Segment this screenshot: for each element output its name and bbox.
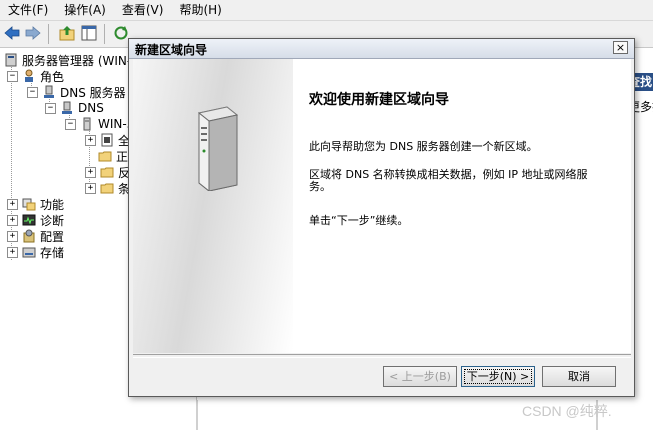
- dialog-titlebar[interactable]: 新建区域向导 ×: [129, 39, 634, 59]
- tree-label: 配置: [40, 229, 65, 244]
- new-zone-wizard-dialog: 新建区域向导 × 欢迎使用新建区域向导 此向导帮助您为 DNS 服务器创建一个新…: [128, 38, 635, 397]
- tree-label: 功能: [40, 197, 65, 212]
- tree-item-conditional-forwarders[interactable]: + 条: [85, 180, 130, 196]
- forward-arrow-icon[interactable]: [24, 24, 42, 42]
- menu-action[interactable]: 操作(A): [56, 0, 114, 20]
- dialog-title: 新建区域向导: [135, 43, 208, 57]
- collapse-toggle[interactable]: −: [65, 118, 76, 130]
- menu-view[interactable]: 查看(V): [114, 0, 172, 20]
- tree-item-global-logs[interactable]: + 全: [85, 132, 130, 148]
- toolbar-separator: [48, 24, 49, 44]
- expand-toggle[interactable]: +: [85, 134, 96, 146]
- features-icon: [22, 198, 36, 211]
- tree-label: 正: [116, 149, 129, 164]
- tree-label: 角色: [40, 69, 65, 84]
- folder-icon: [100, 167, 114, 178]
- server-icon: [83, 117, 91, 131]
- menu-help[interactable]: 帮助(H): [171, 0, 229, 20]
- tree-item-forward-zones[interactable]: 正: [98, 148, 128, 164]
- cancel-button[interactable]: 取消: [542, 366, 616, 387]
- show-hide-tree-icon[interactable]: [80, 24, 98, 42]
- back-button[interactable]: < 上一步(B): [383, 366, 457, 387]
- tree-label: 诊断: [40, 213, 65, 228]
- pane-divider: [196, 400, 198, 430]
- tree-item-configuration[interactable]: + 配置: [7, 228, 64, 244]
- expand-toggle[interactable]: +: [85, 182, 96, 194]
- collapse-toggle[interactable]: −: [7, 70, 18, 82]
- tree-item-reverse-zones[interactable]: + 反: [85, 164, 130, 180]
- tree-label: 存储: [40, 245, 65, 260]
- tree-item-storage[interactable]: + 存储: [7, 244, 64, 260]
- tree-item-server-manager[interactable]: 服务器管理器 (WIN-: [4, 52, 131, 68]
- tree-item-dns-server[interactable]: − DNS 服务器: [27, 84, 126, 100]
- tree-item-features[interactable]: + 功能: [7, 196, 64, 212]
- expand-toggle[interactable]: +: [7, 230, 18, 242]
- wizard-continue-text: 单击“下一步”继续。: [309, 214, 409, 227]
- dns-server-icon: [44, 85, 54, 98]
- tree-label: DNS 服务器: [60, 85, 126, 100]
- wizard-description-text: 区域将 DNS 名称转换成相关数据，例如 IP 地址或网络服务。: [309, 168, 588, 193]
- menubar: 文件(F) 操作(A) 查看(V) 帮助(H): [0, 0, 653, 21]
- expand-toggle[interactable]: +: [85, 166, 96, 178]
- expand-toggle[interactable]: +: [7, 246, 18, 258]
- focus-rect: [464, 369, 532, 384]
- wizard-content: 欢迎使用新建区域向导 此向导帮助您为 DNS 服务器创建一个新区域。 区域将 D…: [133, 59, 631, 353]
- watermark: CSDN @纯粹.: [522, 403, 612, 419]
- button-separator: [133, 354, 631, 358]
- wizard-heading: 欢迎使用新建区域向导: [309, 92, 449, 108]
- toolbar-separator: [104, 24, 105, 44]
- wizard-intro-text: 此向导帮助您为 DNS 服务器创建一个新区域。: [309, 140, 538, 153]
- menu-file[interactable]: 文件(F): [0, 0, 56, 20]
- tree-item-dns[interactable]: − DNS: [45, 100, 104, 116]
- close-icon: ×: [615, 41, 626, 54]
- tree-label: 服务器管理器 (WIN-: [22, 53, 132, 68]
- tree-item-diagnostics[interactable]: + 诊断: [7, 212, 64, 228]
- collapse-toggle[interactable]: −: [27, 86, 38, 98]
- next-button[interactable]: 下一步(N) >: [461, 366, 535, 387]
- server-manager-icon: [5, 53, 17, 67]
- folder-icon: [100, 183, 114, 194]
- log-icon: [101, 133, 113, 147]
- server-tower-icon: [197, 106, 239, 191]
- tree-label: DNS: [78, 101, 104, 115]
- diagnostics-icon: [22, 214, 36, 226]
- configuration-icon: [23, 229, 35, 243]
- roles-icon: [25, 69, 33, 82]
- collapse-toggle[interactable]: −: [45, 102, 56, 114]
- up-folder-icon[interactable]: [58, 24, 76, 42]
- folder-icon: [98, 151, 112, 162]
- storage-icon: [22, 247, 36, 258]
- tree-item-win[interactable]: − WIN-5: [65, 116, 134, 132]
- back-arrow-icon[interactable]: [3, 24, 21, 42]
- dns-icon: [62, 101, 72, 114]
- tree-item-roles[interactable]: − 角色: [7, 68, 64, 84]
- wizard-side-graphic: [133, 59, 293, 353]
- expand-toggle[interactable]: +: [7, 198, 18, 210]
- expand-toggle[interactable]: +: [7, 214, 18, 226]
- close-button[interactable]: ×: [613, 41, 628, 54]
